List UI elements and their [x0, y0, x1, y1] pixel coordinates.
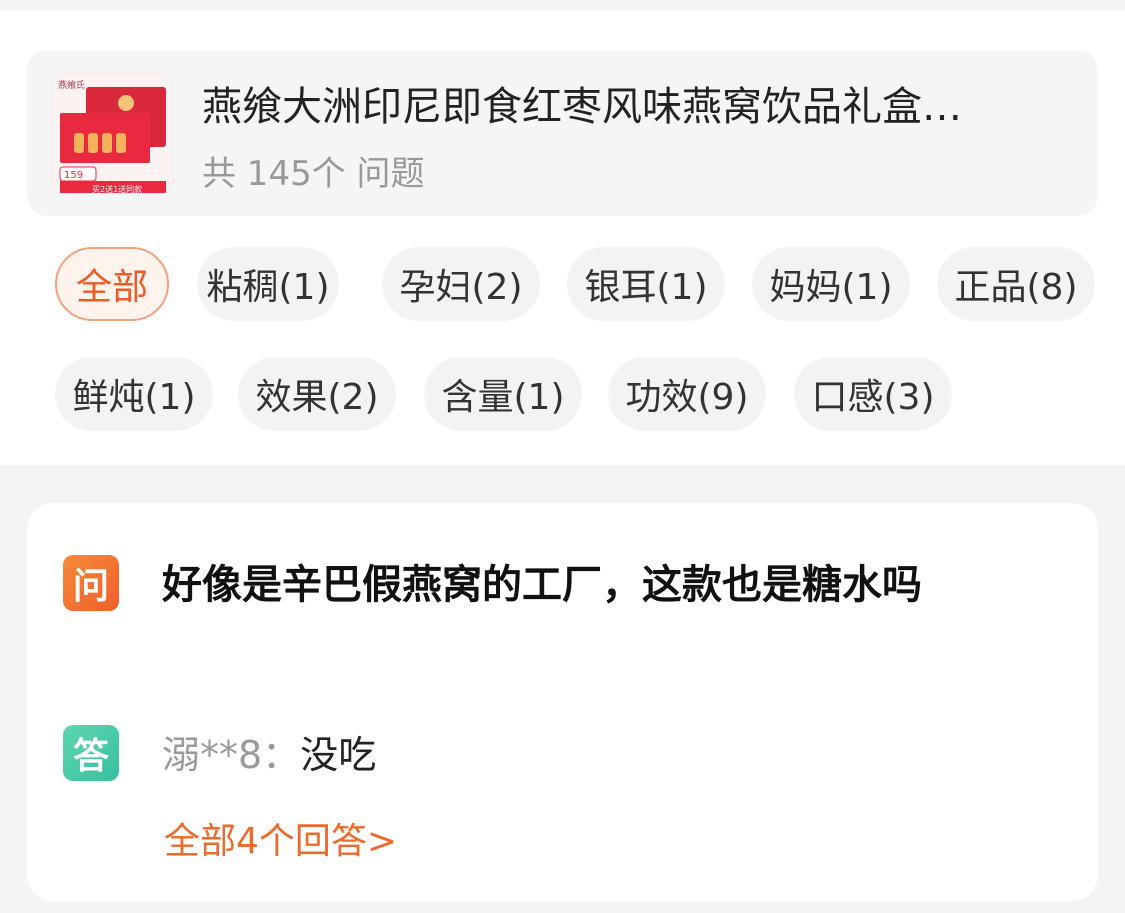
top-panel: 燕飨氏 159 买2送1送同款 燕飨大洲印尼即食红枣风味燕窝饮品礼盒… 共 14… [0, 10, 1125, 465]
answer-icon: 答 [63, 725, 119, 781]
tag-yunfu[interactable]: 孕妇(2) [382, 247, 540, 321]
tag-kougan[interactable]: 口感(3) [794, 357, 952, 431]
question-text[interactable]: 好像是辛巴假燕窝的工厂，这款也是糖水吗 [162, 551, 1042, 619]
tag-nianchou[interactable]: 粘稠(1) [197, 247, 339, 321]
product-title[interactable]: 燕飨大洲印尼即食红枣风味燕窝饮品礼盒… [202, 82, 1062, 132]
tag-yiner[interactable]: 银耳(1) [567, 247, 725, 321]
question-count: 共 145个 问题 [202, 154, 425, 194]
tag-gongxiao[interactable]: 功效(9) [608, 357, 766, 431]
question-icon: 问 [63, 555, 119, 611]
thumb-brand: 燕飨氏 [58, 79, 85, 91]
thumb-promo: 买2送1送同款 [92, 184, 142, 194]
tag-hanliang[interactable]: 含量(1) [424, 357, 582, 431]
answer-line: 溺**8：没吃 [162, 729, 376, 781]
product-image: 燕飨氏 159 买2送1送同款 [52, 73, 172, 194]
answer-username: 溺**8： [162, 733, 301, 777]
tag-xiandun[interactable]: 鲜炖(1) [55, 357, 213, 431]
tag-xiaoguo[interactable]: 效果(2) [238, 357, 396, 431]
product-thumbnail[interactable]: 燕飨氏 159 买2送1送同款 [51, 72, 173, 194]
qa-card[interactable]: 问 好像是辛巴假燕窝的工厂，这款也是糖水吗 答 溺**8：没吃 全部4个回答> [27, 503, 1098, 901]
all-answers-link[interactable]: 全部4个回答> [164, 817, 397, 867]
tag-mama[interactable]: 妈妈(1) [752, 247, 910, 321]
thumb-price: 159 [64, 170, 83, 181]
tag-zhengpin[interactable]: 正品(8) [937, 247, 1095, 321]
tag-all[interactable]: 全部 [55, 247, 169, 321]
answer-text: 没吃 [300, 733, 377, 777]
product-card[interactable]: 燕飨氏 159 买2送1送同款 燕飨大洲印尼即食红枣风味燕窝饮品礼盒… 共 14… [27, 50, 1098, 216]
